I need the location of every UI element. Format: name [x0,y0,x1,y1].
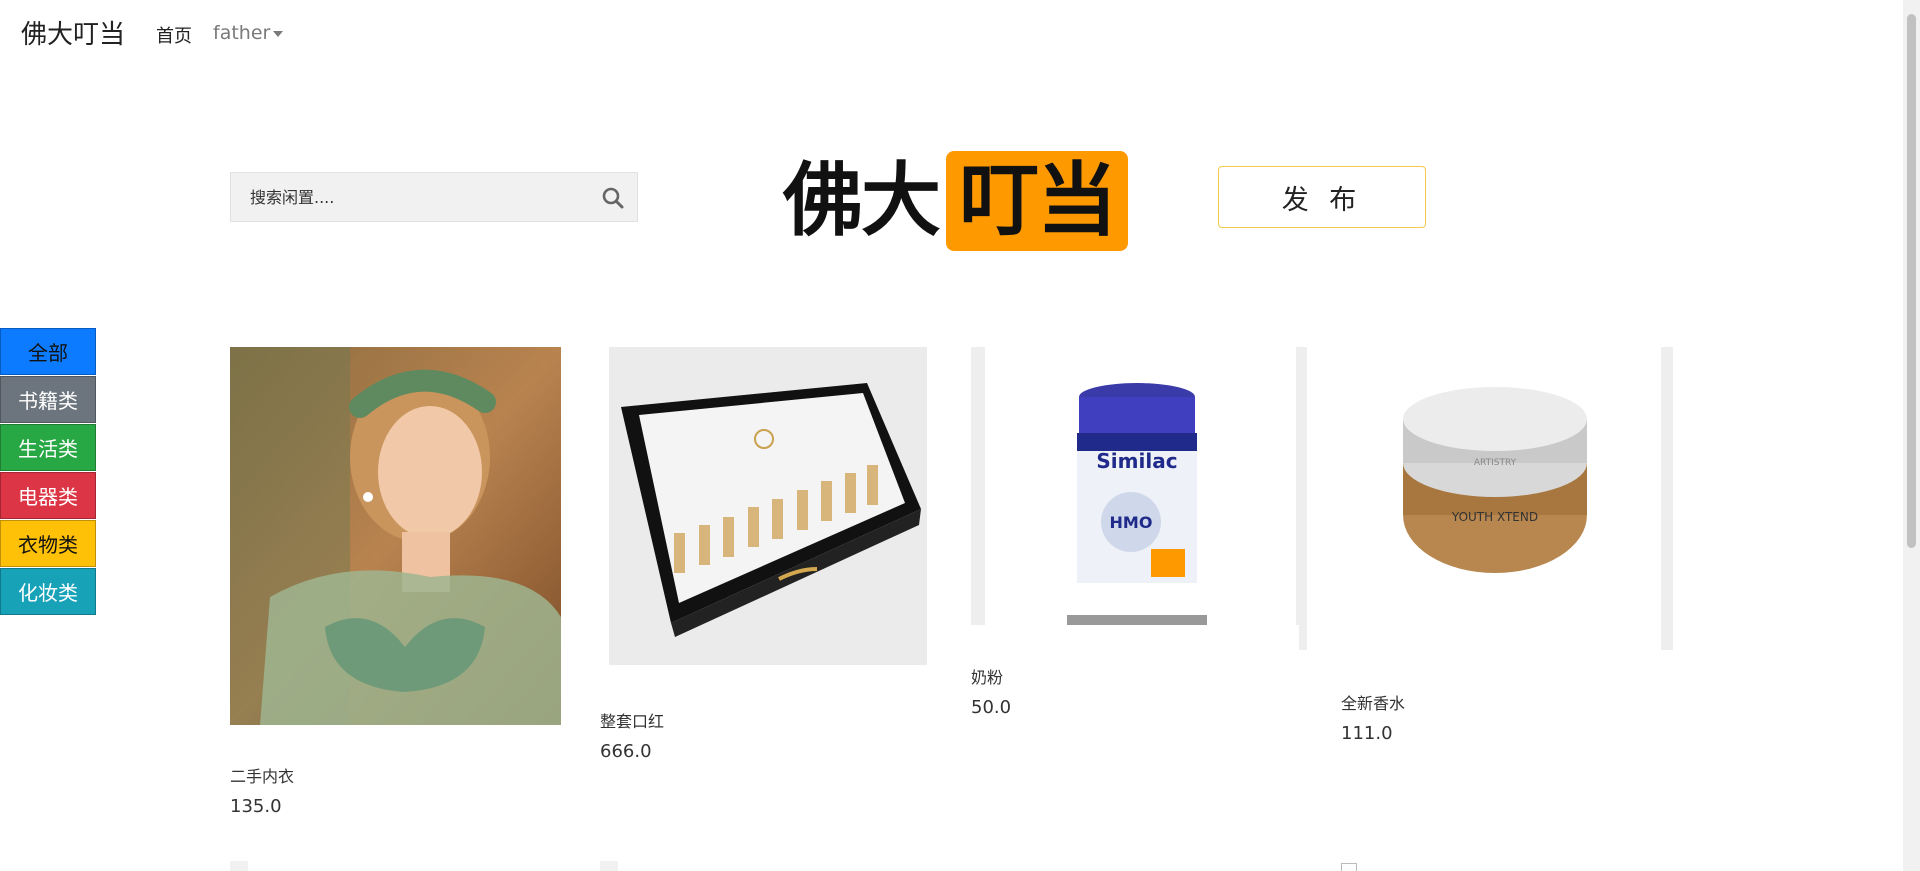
page: 佛大叮当 首页 father 佛大 叮当 发 布 全部 书籍类 生活类 电器类 … [0,0,1920,871]
svg-text:ARTISTRY: ARTISTRY [1474,458,1517,468]
cream-jar-photo: YOUTH XTEND ARTISTRY [1299,347,1673,650]
product-price: 50.0 [971,697,1012,718]
product-image-cream[interactable]: YOUTH XTEND ARTISTRY [1299,347,1673,650]
publish-button[interactable]: 发 布 [1218,166,1426,228]
svg-text:HMO: HMO [1110,513,1153,532]
lingerie-photo [230,347,561,725]
navbar-brand[interactable]: 佛大叮当 [21,14,125,51]
svg-text:Similac: Similac [1096,449,1177,473]
product-name[interactable]: 全新香水 [1341,690,1405,714]
product-image-placeholder[interactable] [600,861,618,871]
product-name[interactable]: 奶粉 [971,664,1003,688]
caret-down-icon [273,30,284,37]
logo-text-left: 佛大 [783,154,941,247]
category-sidebar: 全部 书籍类 生活类 电器类 衣物类 化妆类 [0,328,96,616]
product-image-lipstick[interactable] [609,347,927,665]
nav-user-dropdown[interactable]: father [213,22,284,44]
milk-powder-photo: Similac HMO [971,347,1302,625]
category-books-button[interactable]: 书籍类 [0,376,96,423]
nav-home-link[interactable]: 首页 [156,22,192,48]
search-icon[interactable] [601,186,625,210]
product-name[interactable]: 整套口红 [600,708,664,732]
product-image-lingerie[interactable] [230,347,561,725]
product-price: 135.0 [230,796,282,817]
product-price: 111.0 [1341,723,1393,744]
lipstick-case-photo [609,347,927,665]
search-box [230,172,638,222]
scrollbar[interactable] [1903,0,1920,871]
svg-text:YOUTH XTEND: YOUTH XTEND [1451,510,1538,524]
search-input[interactable] [231,173,581,221]
product-price: 666.0 [600,741,652,762]
category-cosmetics-button[interactable]: 化妆类 [0,568,96,615]
scrollbar-thumb[interactable] [1907,14,1916,548]
product-name[interactable]: 二手内衣 [230,763,294,787]
category-life-button[interactable]: 生活类 [0,424,96,471]
category-all-button[interactable]: 全部 [0,328,96,375]
nav-user-label: father [213,22,271,44]
logo-text-right: 叮当 [946,151,1128,251]
category-electric-button[interactable]: 电器类 [0,472,96,519]
product-image-milk[interactable]: Similac HMO [971,347,1302,625]
site-logo: 佛大 叮当 [783,151,1128,251]
product-image-placeholder[interactable] [230,861,248,871]
category-clothes-button[interactable]: 衣物类 [0,520,96,567]
broken-image-icon [1341,863,1357,871]
